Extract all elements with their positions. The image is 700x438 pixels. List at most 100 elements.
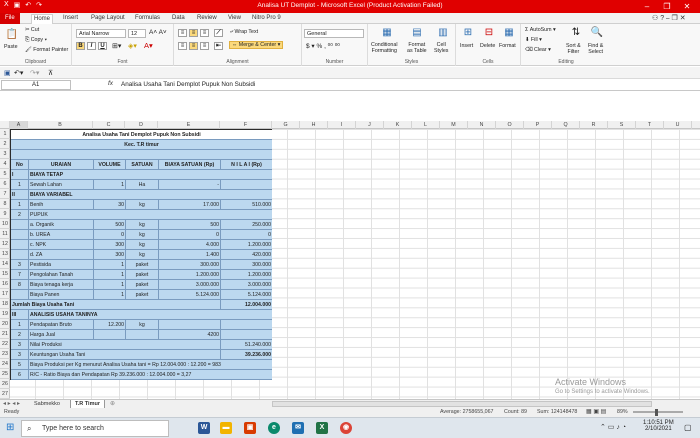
table-cell[interactable]: 4200: [159, 330, 221, 340]
table-cell[interactable]: 17.000: [159, 200, 221, 210]
table-cell[interactable]: 510.000: [221, 200, 272, 210]
col-header[interactable]: H: [300, 121, 328, 129]
table-cell[interactable]: 6: [11, 370, 29, 380]
header-cell[interactable]: SATUAN: [126, 160, 159, 170]
col-header[interactable]: L: [412, 121, 440, 129]
table-cell[interactable]: 12.200: [94, 320, 126, 330]
table-cell[interactable]: 3: [11, 340, 29, 350]
row-header[interactable]: 9: [0, 209, 10, 219]
table-cell[interactable]: kg: [126, 240, 159, 250]
table-cell[interactable]: 5.124.000: [221, 290, 272, 300]
table-cell[interactable]: 1: [94, 260, 126, 270]
merge-center-button[interactable]: ⇔ Merge & Center ▾: [229, 41, 284, 49]
clock[interactable]: 1:10:51 PM 2/10/2021: [643, 420, 674, 432]
table-cell[interactable]: paket: [126, 290, 159, 300]
header-cell[interactable]: BIAYA SATUAN (Rp): [159, 160, 221, 170]
subtitle-cell[interactable]: Kec. T.R timur: [11, 140, 272, 150]
table-cell[interactable]: d. ZA: [29, 250, 94, 260]
tab-view[interactable]: View: [226, 14, 243, 24]
table-cell[interactable]: BIAYA TETAP: [29, 170, 272, 180]
table-cell[interactable]: 250.000: [221, 220, 272, 230]
mail-app-icon[interactable]: ✉: [292, 422, 304, 434]
row-header[interactable]: 21: [0, 329, 10, 339]
table-cell[interactable]: -: [159, 180, 221, 190]
table-cell[interactable]: kg: [126, 250, 159, 260]
col-header[interactable]: E: [158, 121, 220, 129]
qat-redo-icon[interactable]: ↷▾: [30, 69, 39, 77]
table-cell[interactable]: a. Organik: [29, 220, 94, 230]
copy-button[interactable]: ⎘ Copy ▾: [25, 37, 47, 44]
header-cell[interactable]: URAIAN: [29, 160, 94, 170]
table-cell[interactable]: 1: [11, 180, 29, 190]
table-cell[interactable]: 1: [94, 290, 126, 300]
table-cell[interactable]: [11, 220, 29, 230]
table-cell[interactable]: Nilai Produksi: [29, 340, 221, 350]
name-box[interactable]: A1: [1, 80, 71, 90]
table-cell[interactable]: 3: [11, 350, 29, 360]
align-left-icon[interactable]: ≡: [178, 42, 187, 50]
header-cell[interactable]: No: [11, 160, 29, 170]
view-mode-icons[interactable]: ▦ ▣ ▤: [586, 408, 606, 417]
italic-button[interactable]: I: [87, 42, 96, 50]
table-cell[interactable]: 1.200.000: [159, 270, 221, 280]
tab-insert[interactable]: Insert: [61, 14, 80, 24]
taskbar-search[interactable]: ⌕ Type here to search: [21, 420, 169, 437]
table-cell[interactable]: Harga Jual: [29, 330, 94, 340]
row-header[interactable]: 11: [0, 229, 10, 239]
conditional-formatting-icon[interactable]: ▦: [379, 26, 395, 39]
select-all-corner[interactable]: [0, 121, 10, 129]
zoom-slider[interactable]: [633, 411, 683, 413]
row-header[interactable]: 8: [0, 199, 10, 209]
table-cell[interactable]: 2: [11, 210, 29, 220]
table-cell[interactable]: [126, 330, 159, 340]
close-button[interactable]: ✕: [677, 0, 697, 13]
align-middle-icon[interactable]: ≡: [189, 29, 198, 37]
row-header[interactable]: 26: [0, 379, 10, 389]
title-cell[interactable]: Analisa Usaha Tani Demplot Pupuk Non Sub…: [11, 130, 272, 140]
table-cell[interactable]: Pengolahan Tanah: [29, 270, 94, 280]
row-header[interactable]: 13: [0, 249, 10, 259]
minimize-button[interactable]: –: [637, 0, 657, 13]
table-cell[interactable]: BIAYA VARIABEL: [29, 190, 272, 200]
insert-button[interactable]: Insert: [460, 43, 473, 49]
col-header[interactable]: P: [524, 121, 552, 129]
format-as-table-button[interactable]: Format as Table: [407, 42, 427, 54]
table-cell[interactable]: 300.000: [159, 260, 221, 270]
grow-shrink-font-icon[interactable]: A˄ A˅: [149, 29, 167, 36]
col-header[interactable]: I: [328, 121, 356, 129]
tab-nitro[interactable]: Nitro Pro 9: [250, 14, 283, 24]
table-cell[interactable]: c. NPK: [29, 240, 94, 250]
table-cell[interactable]: Ha: [126, 180, 159, 190]
row-header[interactable]: 22: [0, 339, 10, 349]
row-header[interactable]: 14: [0, 259, 10, 269]
row-header[interactable]: 16: [0, 279, 10, 289]
table-cell[interactable]: Biaya Produksi per Kg menurut Analisa Us…: [29, 360, 272, 370]
col-header[interactable]: J: [356, 121, 384, 129]
format-painter-button[interactable]: 🖌 Format Painter: [25, 47, 68, 53]
fill-button[interactable]: ⬇ Fill ▾: [525, 37, 542, 43]
col-header[interactable]: O: [496, 121, 524, 129]
font-name-select[interactable]: Arial Narrow: [76, 29, 126, 38]
row-header[interactable]: 7: [0, 189, 10, 199]
tab-review[interactable]: Review: [195, 14, 219, 24]
help-icon[interactable]: ⚇ ? ⎯ ❐ ✕: [650, 14, 688, 24]
notification-icon[interactable]: ▢: [684, 423, 692, 432]
qat-save-icon[interactable]: ▣: [4, 69, 11, 77]
font-size-select[interactable]: 12: [128, 29, 146, 38]
horizontal-scrollbar[interactable]: [272, 401, 652, 407]
table-cell[interactable]: Sewah Lahan: [29, 180, 94, 190]
zoom-level[interactable]: 89%: [617, 408, 628, 417]
qat-customize-icon[interactable]: ⊼: [48, 69, 53, 77]
autosum-button[interactable]: Σ AutoSum ▾: [525, 27, 556, 33]
table-cell[interactable]: paket: [126, 280, 159, 290]
number-format-select[interactable]: General: [304, 29, 364, 38]
delete-cells-icon[interactable]: ⊟: [481, 26, 497, 39]
fill-color-icon[interactable]: ◈▾: [128, 42, 137, 50]
row-header[interactable]: 18: [0, 299, 10, 309]
row-header[interactable]: 4: [0, 159, 10, 169]
table-cell[interactable]: 0: [221, 230, 272, 240]
table-cell[interactable]: Keuntungan Usaha Tani: [29, 350, 221, 360]
blank-cell[interactable]: [11, 150, 272, 160]
row-header[interactable]: 25: [0, 369, 10, 379]
indent-icon[interactable]: ⇤: [214, 42, 223, 50]
